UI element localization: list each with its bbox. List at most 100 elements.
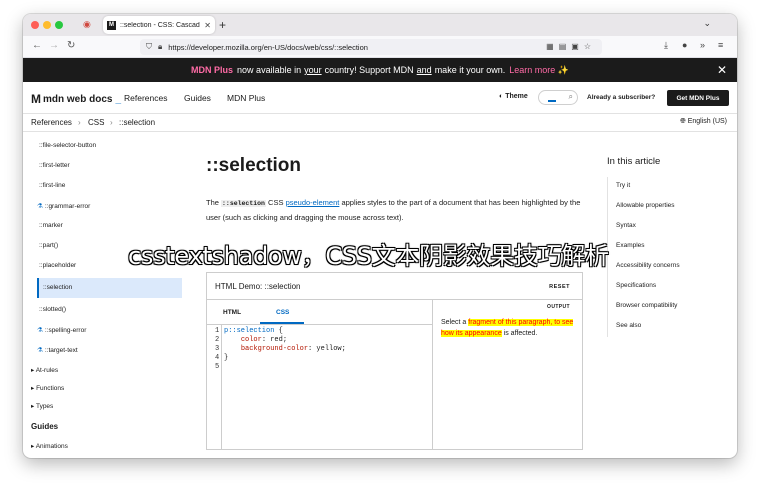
sidebar-group-functions[interactable]: ▸ Functions xyxy=(31,384,64,392)
toc-item-syntax[interactable]: Syntax xyxy=(616,222,636,229)
reader-view-icon[interactable]: ▤ xyxy=(559,42,572,51)
reload-button[interactable]: ↻ xyxy=(67,40,75,51)
site-header: M mdn web docs _ References Guides MDN Pl… xyxy=(23,82,737,114)
mdn-logo-icon: M xyxy=(31,92,41,106)
sidebar-item-selection[interactable]: ::selection xyxy=(43,284,72,291)
close-tab-icon[interactable]: ✕ xyxy=(204,21,211,30)
tab-title: ::selection - CSS: Cascading St xyxy=(120,21,200,29)
sidebar-item-part[interactable]: ::part() xyxy=(39,242,58,249)
forward-button[interactable]: → xyxy=(49,40,59,51)
sidebar-group-label: Types xyxy=(35,403,54,410)
toc-item-browser-compat[interactable]: Browser compatibility xyxy=(616,302,677,309)
translate-icon[interactable]: ▣ xyxy=(571,42,584,51)
demo-output: OUTPUT Select a fragment of this paragra… xyxy=(433,300,582,450)
zoom-window-button[interactable] xyxy=(55,21,63,29)
sidebar-item-spelling-error[interactable]: ⚗::spelling-error xyxy=(37,326,86,334)
account-icon[interactable]: ● xyxy=(682,40,687,50)
sidebar-item-grammar-error[interactable]: ⚗::grammar-error xyxy=(37,202,90,210)
output-text-a: Select a xyxy=(441,319,467,326)
banner-text-your: your xyxy=(304,65,322,75)
close-banner-icon[interactable]: ✕ xyxy=(717,63,727,77)
menu-icon[interactable]: ≡ xyxy=(718,40,723,50)
caption-overlay: csstextshadow，CSS文本阴影效果技巧解析 xyxy=(128,242,609,270)
nav-references[interactable]: References xyxy=(124,93,167,103)
sidebar-item-target-text[interactable]: ⚗::target-text xyxy=(37,346,78,354)
learn-more-link[interactable]: Learn more ✨ xyxy=(509,65,569,76)
sidebar-group-animations[interactable]: ▸ Animations xyxy=(31,442,68,450)
tab-active[interactable]: M ::selection - CSS: Cascading St ✕ xyxy=(103,16,215,34)
code-editor[interactable]: HTML CSS 1 2 3 4 5 p::selection { color:… xyxy=(207,300,433,450)
sidebar-group-types[interactable]: ▸ Types xyxy=(31,402,53,410)
tab-html[interactable]: HTML xyxy=(223,309,241,316)
mdn-logo[interactable]: M mdn web docs _ xyxy=(31,92,121,106)
sidebar-item-marker[interactable]: ::marker xyxy=(39,222,63,229)
breadcrumb-separator-icon: › xyxy=(110,118,113,127)
output-paragraph[interactable]: Select a fragment of this paragraph, to … xyxy=(441,317,579,339)
globe-icon: 🌐︎ xyxy=(680,118,686,125)
sidebar-item-placeholder[interactable]: ::placeholder xyxy=(39,262,76,269)
sidebar-guides-heading: Guides xyxy=(31,422,59,431)
sidebar-item-slotted[interactable]: ::slotted() xyxy=(39,306,66,313)
language-switcher[interactable]: 🌐︎ English (US) xyxy=(680,118,727,126)
tab-strip: ◉ M ::selection - CSS: Cascading St ✕ + … xyxy=(23,14,737,36)
search-cursor xyxy=(548,100,556,102)
mdn-favicon-icon: M xyxy=(107,20,116,30)
address-bar[interactable]: ⛉ 🔒︎ https://developer.mozilla.org/en-US… xyxy=(140,39,602,55)
close-window-button[interactable] xyxy=(31,21,39,29)
line-number: 4 xyxy=(215,354,220,362)
demo-header: HTML Demo: ::selection RESET xyxy=(207,273,582,300)
toc-item-try-it[interactable]: Try it xyxy=(616,182,630,189)
line-number: 3 xyxy=(215,345,220,353)
theme-icon: ◐ xyxy=(499,93,504,100)
breadcrumb-css[interactable]: CSS xyxy=(88,118,104,127)
lock-icon[interactable]: 🔒︎ xyxy=(158,42,162,52)
sidebar-item-first-letter[interactable]: ::first-letter xyxy=(39,162,70,169)
get-mdn-plus-button[interactable]: Get MDN Plus xyxy=(667,90,729,106)
search-input[interactable]: ⌕ xyxy=(538,90,578,105)
code-line-1: p::selection { xyxy=(224,327,283,335)
code-selector: p::selection xyxy=(224,327,275,335)
experimental-flask-icon: ⚗ xyxy=(37,327,43,334)
downloads-icon[interactable]: ⤓ xyxy=(664,40,668,51)
sidebar-item-label: ::target-text xyxy=(44,347,78,354)
firefox-view-icon[interactable]: ◉ xyxy=(83,19,91,30)
sidebar-item-file-selector-button[interactable]: ::file-selector-button xyxy=(39,142,96,149)
sidebar-group-label: At-rules xyxy=(35,367,59,374)
new-tab-button[interactable]: + xyxy=(219,18,226,32)
reset-button[interactable]: RESET xyxy=(549,284,570,290)
qr-icon[interactable]: ▦ xyxy=(546,42,559,51)
toc-item-allowable-properties[interactable]: Allowable properties xyxy=(616,202,675,209)
list-tabs-chevron-icon[interactable]: ⌄ xyxy=(703,18,711,29)
sidebar-item-label: ::grammar-error xyxy=(44,203,91,210)
address-bar-actions: ▦▤▣☆ xyxy=(546,42,596,51)
search-icon[interactable]: ⌕ xyxy=(569,92,573,102)
bookmark-star-icon[interactable]: ☆ xyxy=(584,42,596,51)
minimize-window-button[interactable] xyxy=(43,21,51,29)
toc-item-specifications[interactable]: Specifications xyxy=(616,282,656,289)
nav-mdn-plus[interactable]: MDN Plus xyxy=(227,93,265,103)
intro-text-b: CSS xyxy=(268,198,284,207)
output-text-b: is affected. xyxy=(503,330,538,337)
back-button[interactable]: ← xyxy=(32,40,42,51)
toc-item-examples[interactable]: Examples xyxy=(616,242,645,249)
nav-guides[interactable]: Guides xyxy=(184,93,211,103)
sidebar-group-label: Animations xyxy=(35,443,68,450)
demo-title: HTML Demo: ::selection xyxy=(215,282,301,291)
theme-toggle[interactable]: ◐ Theme xyxy=(499,93,528,100)
already-subscriber-link[interactable]: Already a subscriber? xyxy=(587,94,655,101)
toc-item-accessibility[interactable]: Accessibility concerns xyxy=(616,262,680,269)
pseudo-element-link[interactable]: pseudo-element xyxy=(286,198,340,207)
breadcrumb-current[interactable]: ::selection xyxy=(119,118,155,127)
sidebar-item-first-line[interactable]: ::first-line xyxy=(39,182,65,189)
shield-icon[interactable]: ⛉ xyxy=(146,42,152,52)
line-number: 1 xyxy=(215,327,220,335)
tab-css[interactable]: CSS xyxy=(276,309,289,316)
breadcrumb-separator-icon: › xyxy=(78,118,81,127)
toc-item-see-also[interactable]: See also xyxy=(616,322,641,329)
sidebar-group-at-rules[interactable]: ▸ At-rules xyxy=(31,366,58,374)
breadcrumb-references[interactable]: References xyxy=(31,118,72,127)
mdn-plus-banner: MDN Plus now available in your country! … xyxy=(23,58,737,82)
code-value: : red; xyxy=(261,336,288,344)
more-tools-icon[interactable]: » xyxy=(700,40,705,50)
browser-toolbar: ← → ↻ ⛉ 🔒︎ https://developer.mozilla.org… xyxy=(23,36,737,58)
